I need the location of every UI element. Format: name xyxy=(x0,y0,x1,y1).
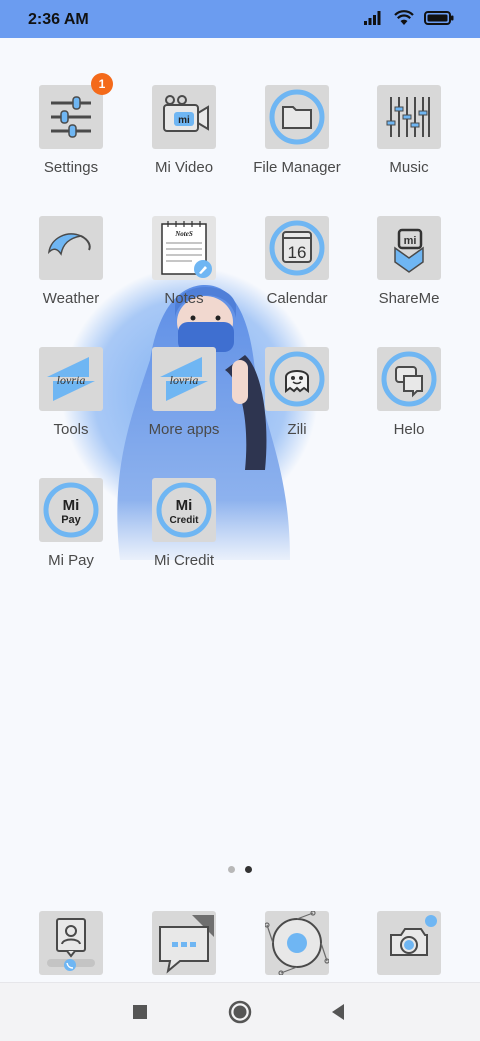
status-bar: 2:36 AM xyxy=(0,0,480,38)
lovria-icon: lovria xyxy=(152,347,216,411)
video-camera-icon: mi xyxy=(152,85,216,149)
app-label: Weather xyxy=(42,290,100,307)
app-more-apps[interactable]: lovria More apps xyxy=(129,347,239,438)
page-dot[interactable] xyxy=(228,866,235,873)
app-label: Music xyxy=(389,159,429,176)
app-label: Settings xyxy=(43,159,99,176)
wifi-icon xyxy=(394,10,414,25)
messages-icon xyxy=(159,915,214,974)
app-label: Mi Pay xyxy=(48,552,94,569)
shareme-logo-text: mi xyxy=(404,235,417,247)
app-label: Notes xyxy=(164,290,204,307)
status-time: 2:36 AM xyxy=(28,11,89,28)
camera-icon xyxy=(390,915,437,956)
notes-logo-text: NoteS xyxy=(174,230,193,238)
lovria-icon: lovria xyxy=(39,347,103,411)
dock-messages[interactable] xyxy=(152,911,216,975)
notes-icon: NoteS xyxy=(152,216,216,280)
app-notes[interactable]: NoteS Notes xyxy=(129,216,239,307)
app-label: More apps xyxy=(148,421,220,438)
mi-logo-text: Mi xyxy=(176,497,193,514)
app-label: ShareMe xyxy=(378,290,440,307)
home-button[interactable] xyxy=(200,983,280,1041)
app-shareme[interactable]: mi ShareMe xyxy=(354,216,464,307)
calendar-day-text: 16 xyxy=(288,243,307,262)
folder-icon xyxy=(265,85,329,149)
app-helo[interactable]: Helo xyxy=(354,347,464,438)
mi-credit-logo-text: Credit xyxy=(170,515,200,526)
triangle-back-icon xyxy=(332,1004,344,1020)
app-label: Helo xyxy=(393,421,425,438)
notification-badge: 1 xyxy=(91,73,113,95)
app-mi-pay[interactable]: Mi Pay Mi Pay xyxy=(16,478,126,569)
page-indicator xyxy=(0,866,480,873)
shareme-icon: mi xyxy=(377,216,441,280)
battery-icon xyxy=(424,11,454,25)
mi-credit-icon: Mi Credit xyxy=(152,478,216,542)
dock-phone[interactable] xyxy=(39,911,103,975)
app-label: Mi Credit xyxy=(153,552,214,569)
app-settings[interactable]: Settings xyxy=(16,85,126,176)
app-music[interactable]: Music xyxy=(354,85,464,176)
app-mi-credit[interactable]: Mi Credit Mi Credit xyxy=(129,478,239,569)
dock-browser[interactable] xyxy=(265,911,329,975)
browser-icon xyxy=(265,911,329,975)
back-button[interactable] xyxy=(298,983,378,1041)
signal-icon xyxy=(364,11,381,25)
app-tools[interactable]: lovria Tools xyxy=(16,347,126,438)
app-mi-video[interactable]: mi Mi Video xyxy=(129,85,239,176)
lovria-logo-text: lovria xyxy=(57,373,86,387)
settings-icon xyxy=(39,85,103,149)
mi-logo-text: Mi xyxy=(63,497,80,514)
equalizer-icon xyxy=(377,85,441,149)
umbrella-icon xyxy=(39,216,103,280)
mi-video-logo-text: mi xyxy=(178,115,190,126)
app-label: Zili xyxy=(287,421,307,438)
recents-button[interactable] xyxy=(100,983,180,1041)
app-label: Mi Video xyxy=(154,159,214,176)
app-label: File Manager xyxy=(253,159,341,176)
app-weather[interactable]: Weather xyxy=(16,216,126,307)
circle-icon xyxy=(228,1000,252,1024)
navigation-bar xyxy=(0,982,480,1041)
phone-contacts-icon xyxy=(47,918,95,971)
page-dot-active[interactable] xyxy=(245,866,252,873)
dock-camera[interactable] xyxy=(377,911,441,975)
chat-bubbles-icon xyxy=(377,347,441,411)
lovria-logo-text: lovria xyxy=(170,373,199,387)
mi-pay-icon: Mi Pay xyxy=(39,478,103,542)
app-calendar[interactable]: 16 Calendar xyxy=(242,216,352,307)
app-zili[interactable]: Zili xyxy=(242,347,352,438)
calendar-icon: 16 xyxy=(265,216,329,280)
square-icon xyxy=(133,1005,147,1019)
mi-pay-logo-text: Pay xyxy=(61,514,81,526)
app-label: Tools xyxy=(53,421,89,438)
app-file-manager[interactable]: File Manager xyxy=(242,85,352,176)
status-icons xyxy=(364,10,454,26)
app-label: Calendar xyxy=(266,290,328,307)
zili-icon xyxy=(265,347,329,411)
